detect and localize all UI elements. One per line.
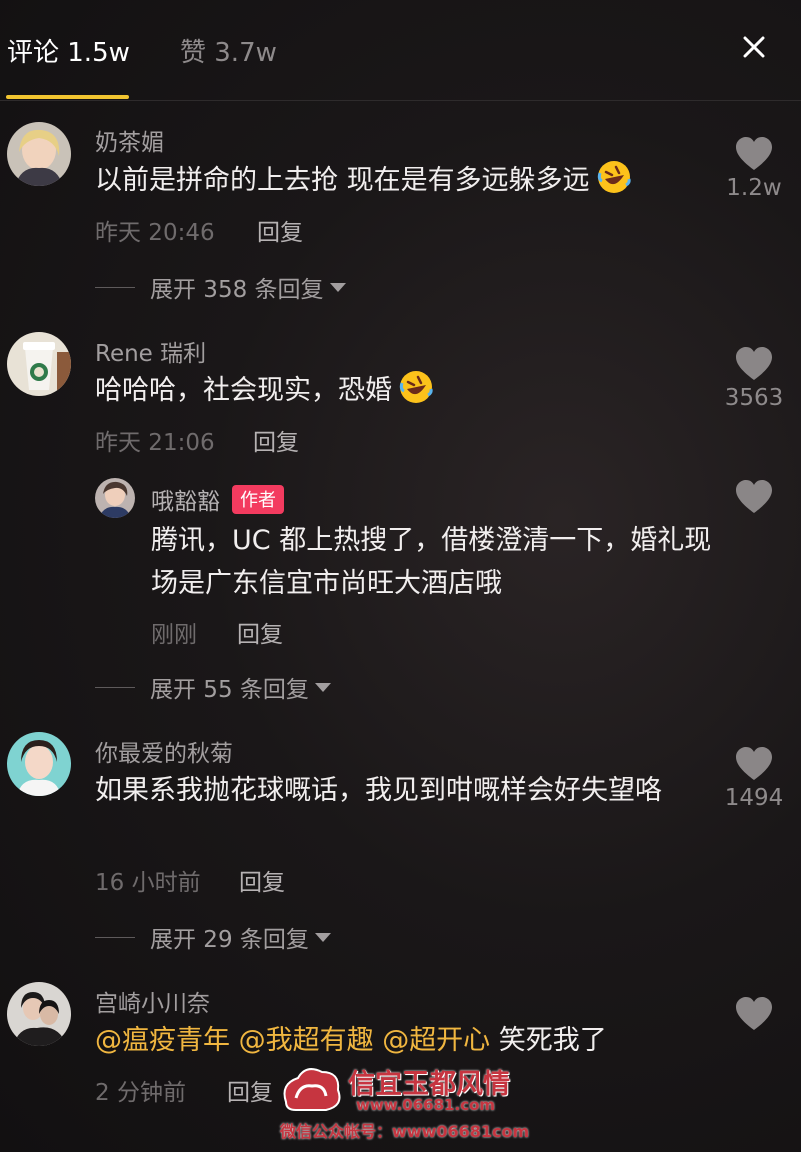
chevron-down-icon — [329, 282, 346, 292]
like-button[interactable] — [704, 997, 801, 1031]
like-button[interactable]: 3563 — [704, 347, 801, 411]
comment-text-content: 笑死我了 — [498, 1025, 607, 1056]
chevron-down-icon — [314, 682, 331, 692]
mention-link[interactable]: @瘟疫青年 — [95, 1025, 230, 1056]
avatar[interactable] — [95, 478, 135, 518]
reply-username: 哦豁豁 作者 — [151, 482, 284, 516]
like-button[interactable] — [704, 480, 801, 514]
comment-panel: 评论 1.5w 赞 3.7w 奶茶媚 以前是拼命的上去抢 现在是有多远躲多远 昨… — [0, 0, 801, 1152]
rolling-on-floor-laughing-emoji-icon — [398, 369, 434, 405]
comment-header: 评论 1.5w 赞 3.7w — [0, 0, 801, 101]
expand-replies-button[interactable]: 展开 29 条回复 — [95, 920, 331, 954]
avatar[interactable] — [7, 732, 71, 796]
tab-comments[interactable]: 评论 1.5w — [7, 32, 130, 69]
comment-username[interactable]: Rene 瑞利 — [95, 334, 206, 368]
comment-text: @瘟疫青年 @我超有趣 @超开心 笑死我了 — [95, 1019, 715, 1062]
reply-button[interactable]: 回复 — [227, 1073, 273, 1107]
comment-username[interactable]: 你最爱的秋菊 — [95, 734, 233, 768]
reply-button[interactable]: 回复 — [237, 615, 283, 649]
heart-icon — [736, 137, 772, 170]
heart-icon — [736, 347, 772, 380]
like-button[interactable]: 1494 — [704, 747, 801, 811]
reply-button[interactable]: 回复 — [253, 423, 299, 457]
watermark-subtitle: 微信公众帐号：www06681com — [280, 1122, 530, 1141]
tab-likes[interactable]: 赞 3.7w — [180, 32, 277, 69]
expand-replies-button[interactable]: 展开 55 条回复 — [95, 670, 331, 704]
mention-link[interactable]: @超开心 — [382, 1025, 490, 1056]
reply-time: 刚刚 — [151, 622, 197, 648]
avatar[interactable] — [7, 122, 71, 186]
watermark-url: www.06681.com — [356, 1096, 496, 1114]
comment-text: 以前是拼命的上去抢 现在是有多远躲多远 — [95, 159, 715, 202]
expand-replies-label: 展开 29 条回复 — [150, 927, 309, 953]
comment-username[interactable]: 宫崎小川奈 — [95, 984, 210, 1018]
expand-replies-label: 展开 55 条回复 — [150, 677, 309, 703]
heart-icon — [736, 747, 772, 780]
divider — [95, 286, 135, 288]
author-badge: 作者 — [232, 485, 284, 514]
like-count: 1.2w — [726, 175, 782, 201]
comment-text-content: 哈哈哈，社会现实，恐婚 — [95, 375, 392, 406]
like-count: 1494 — [724, 785, 784, 811]
like-button[interactable]: 1.2w — [704, 137, 801, 201]
like-count: 3563 — [724, 385, 784, 411]
comment-time: 昨天 20:46 — [95, 220, 215, 246]
comment-time: 16 小时前 — [95, 870, 201, 896]
divider — [95, 936, 135, 938]
active-tab-indicator — [6, 95, 129, 99]
close-icon[interactable] — [737, 30, 771, 64]
expand-replies-button[interactable]: 展开 358 条回复 — [95, 270, 346, 304]
comment-text: 如果系我抛花球嘅话，我见到咁嘅样会好失望咯 — [95, 775, 662, 806]
rolling-on-floor-laughing-emoji-icon — [596, 159, 632, 195]
divider — [95, 686, 135, 688]
expand-replies-label: 展开 358 条回复 — [150, 277, 324, 303]
avatar[interactable] — [7, 982, 71, 1046]
reply-button[interactable]: 回复 — [257, 213, 303, 247]
reply-username-label[interactable]: 哦豁豁 — [151, 489, 220, 515]
comment-text: 哈哈哈，社会现实，恐婚 — [95, 369, 715, 412]
comment-text-content: 以前是拼命的上去抢 现在是有多远躲多远 — [95, 165, 590, 196]
reply-button[interactable]: 回复 — [239, 863, 285, 897]
watermark-logo-icon — [283, 1068, 341, 1111]
chevron-down-icon — [314, 932, 331, 942]
reply-text: 腾讯，UC 都上热搜了，借楼澄清一下，婚礼现场是广东信宜市尚旺大酒店哦 — [151, 525, 712, 599]
avatar[interactable] — [7, 332, 71, 396]
watermark: 信宜玉都风情 www.06681.com 微信公众帐号：www06681com — [276, 1058, 530, 1141]
heart-icon — [736, 997, 772, 1030]
comment-username[interactable]: 奶茶媚 — [95, 123, 164, 157]
heart-icon — [736, 480, 772, 513]
mention-link[interactable]: @我超有趣 — [239, 1025, 374, 1056]
comment-time: 2 分钟前 — [95, 1080, 186, 1106]
comment-time: 昨天 21:06 — [95, 430, 215, 456]
